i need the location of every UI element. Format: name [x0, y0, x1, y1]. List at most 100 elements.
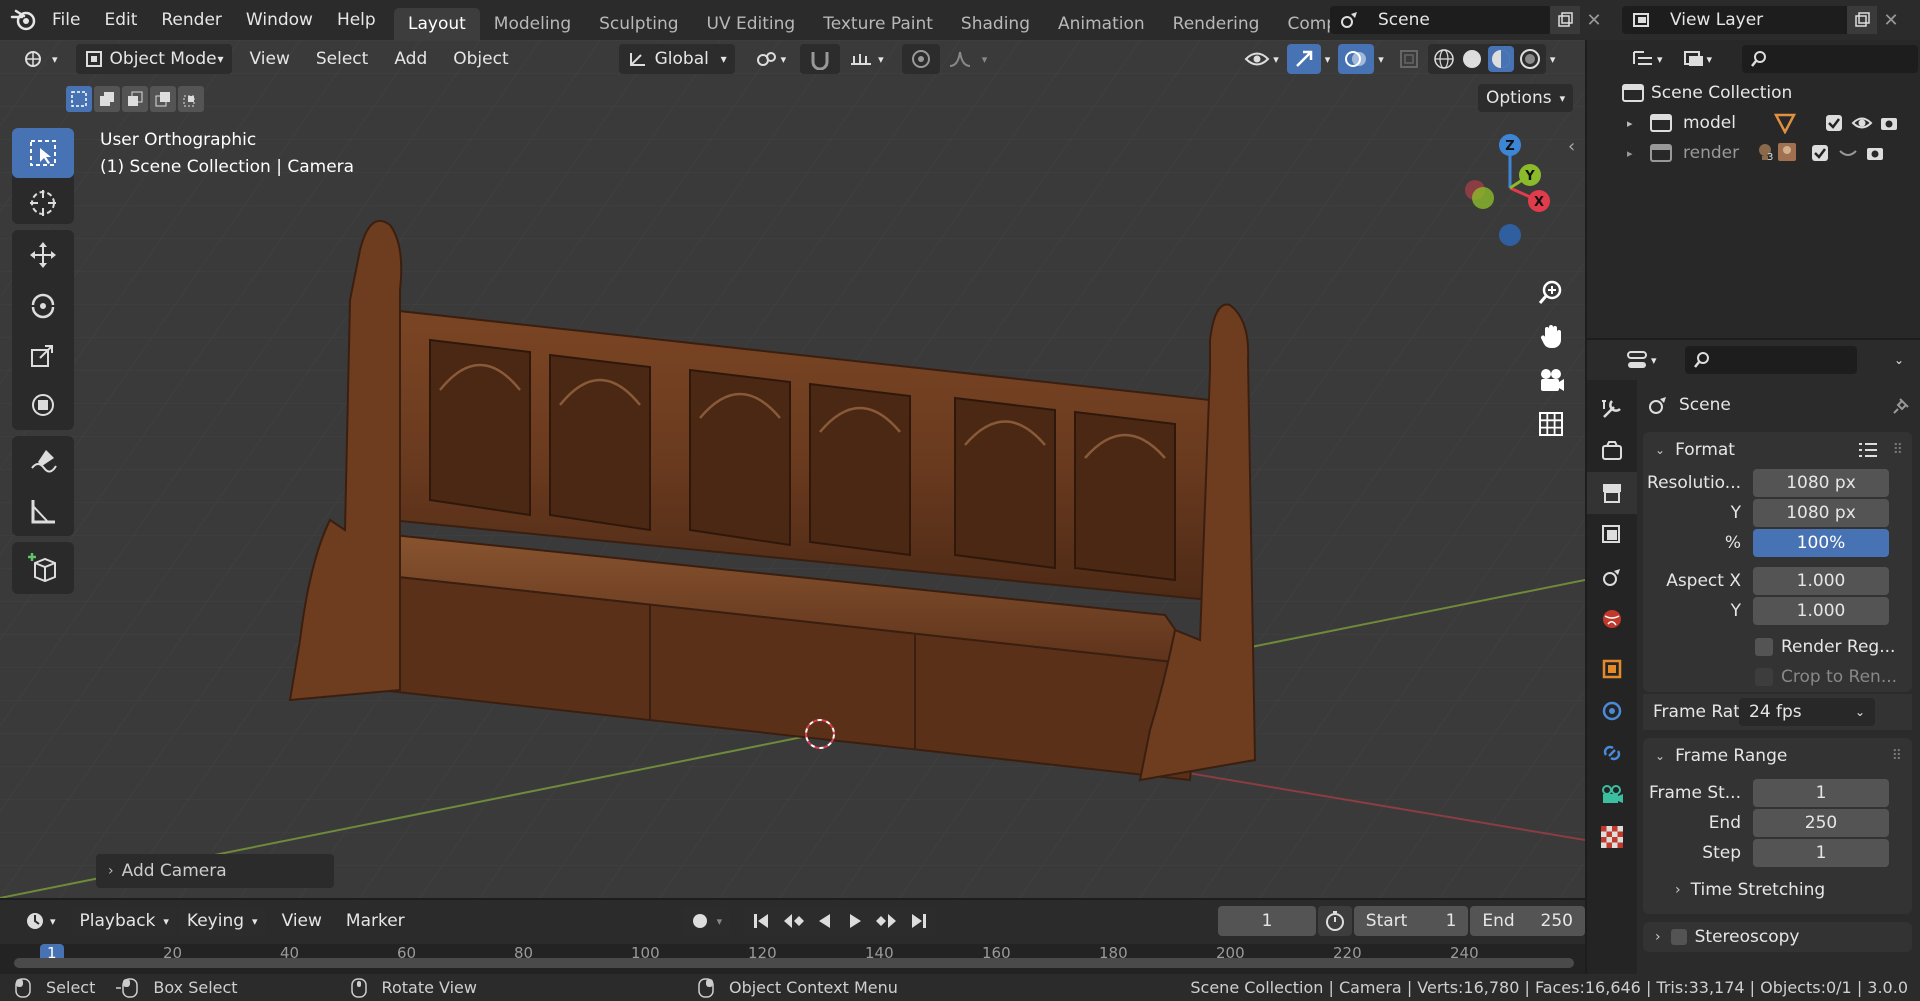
sidebar-toggle-chevron-left-icon[interactable]: ‹: [1568, 136, 1575, 157]
eye-icon[interactable]: [1851, 114, 1873, 132]
chevron-down-icon[interactable]: ▾: [1546, 44, 1560, 74]
close-view-layer-icon[interactable]: ✕: [1877, 6, 1905, 34]
add-cube-tool-icon[interactable]: [12, 542, 74, 592]
timeline-menu-view[interactable]: View: [274, 906, 330, 936]
end-frame-field[interactable]: End 250: [1470, 906, 1585, 936]
tab-rendering[interactable]: Rendering: [1159, 8, 1274, 40]
resolution-x-field[interactable]: 1080 px: [1753, 469, 1889, 497]
select-box-tool-icon[interactable]: [12, 128, 74, 178]
playback-dropdown[interactable]: Playback ▾: [71, 906, 177, 936]
menu-object[interactable]: Object: [445, 44, 516, 74]
editor-type-icon[interactable]: ▾: [14, 44, 66, 74]
crop-checkbox[interactable]: [1755, 668, 1773, 686]
menu-view[interactable]: View: [242, 44, 298, 74]
timeline-ruler[interactable]: 1 20 40 60 80 100 120 140 160 180 200 220 240: [0, 944, 1585, 974]
camera-view-icon[interactable]: [1531, 360, 1571, 400]
annotate-tool-icon[interactable]: [12, 436, 74, 486]
select-invert-icon[interactable]: [150, 86, 176, 112]
toggle-perspective-grid-icon[interactable]: [1531, 404, 1571, 444]
tab-uv-editing[interactable]: UV Editing: [693, 8, 810, 40]
tab-shading[interactable]: Shading: [947, 8, 1044, 40]
menu-edit[interactable]: Edit: [92, 0, 149, 40]
new-view-layer-icon[interactable]: [1847, 6, 1877, 34]
display-mode-icon[interactable]: ▾: [1675, 44, 1721, 74]
pin-icon[interactable]: [1892, 395, 1912, 415]
jump-end-icon[interactable]: [910, 912, 928, 930]
overlays-toggle-icon[interactable]: [1338, 44, 1375, 74]
outliner-item-render[interactable]: ▸ render 3: [1587, 138, 1920, 168]
jump-start-icon[interactable]: [752, 912, 770, 930]
timeline-scrollbar[interactable]: [14, 958, 1574, 968]
select-extend-icon[interactable]: [94, 86, 120, 112]
falloff-icon[interactable]: ▾: [940, 44, 996, 74]
chevron-down-icon[interactable]: ▾: [1321, 44, 1335, 74]
menu-window[interactable]: Window: [234, 0, 325, 40]
stereoscopy-checkbox[interactable]: [1670, 929, 1687, 945]
frame-start-field[interactable]: 1: [1753, 779, 1889, 807]
scene-collection-row[interactable]: Scene Collection: [1587, 78, 1920, 108]
pivot-point-icon[interactable]: ▾: [745, 44, 795, 74]
solid-shading-icon[interactable]: [1460, 47, 1484, 71]
wireframe-shading-icon[interactable]: [1432, 47, 1456, 71]
play-icon[interactable]: [846, 912, 864, 930]
tab-constraints-icon[interactable]: [1587, 732, 1637, 774]
frame-step-field[interactable]: 1: [1753, 839, 1889, 867]
tab-modeling[interactable]: Modeling: [480, 8, 585, 40]
tab-texture-icon[interactable]: [1587, 816, 1637, 858]
menu-add[interactable]: Add: [386, 44, 435, 74]
tab-texture-paint[interactable]: Texture Paint: [809, 8, 947, 40]
expand-arrow-icon[interactable]: ▸: [1627, 147, 1649, 160]
render-region-row[interactable]: Render Reg...: [1643, 632, 1912, 662]
checkbox-checked-icon[interactable]: [1825, 114, 1843, 132]
play-reverse-icon[interactable]: [816, 912, 834, 930]
select-intersect-icon[interactable]: [178, 86, 204, 112]
frame-range-panel-header[interactable]: ⌄ Frame Range ⠿: [1643, 738, 1912, 774]
chevron-down-icon[interactable]: ▾: [1374, 44, 1388, 74]
prev-keyframe-icon[interactable]: [782, 912, 805, 930]
frame-end-field[interactable]: 250: [1753, 809, 1889, 837]
properties-search-input[interactable]: [1684, 346, 1857, 374]
view-layer-name-field[interactable]: View Layer: [1662, 6, 1847, 34]
format-panel-header[interactable]: ⌄ Format ⠿: [1643, 432, 1912, 468]
cursor-tool-icon[interactable]: [12, 178, 74, 228]
visibility-toggle-icon[interactable]: ▾: [1235, 44, 1287, 74]
use-preview-range-stopwatch-icon[interactable]: [1317, 906, 1352, 936]
expand-arrow-icon[interactable]: ▸: [1627, 117, 1649, 130]
rendered-shading-icon[interactable]: [1518, 47, 1542, 71]
3d-viewport[interactable]: ▾ Object Mode ▾ View Select Add Object G…: [0, 40, 1585, 898]
scale-tool-icon[interactable]: [12, 330, 74, 380]
stereoscopy-panel[interactable]: › Stereoscopy: [1643, 922, 1912, 952]
scene-icon[interactable]: [1330, 6, 1370, 34]
snap-toggle-icon[interactable]: [800, 44, 841, 74]
timeline-editor-type-icon[interactable]: ▾: [16, 906, 64, 936]
tab-object-icon[interactable]: [1587, 648, 1637, 690]
new-scene-icon[interactable]: [1550, 6, 1580, 34]
blender-logo-icon[interactable]: [10, 7, 38, 33]
resolution-percent-slider[interactable]: 100%: [1753, 529, 1889, 557]
tab-output-icon[interactable]: [1587, 472, 1637, 514]
frame-rate-dropdown[interactable]: 24 fps ⌄: [1739, 698, 1875, 726]
xray-toggle-icon[interactable]: [1394, 44, 1424, 74]
menu-file[interactable]: File: [40, 0, 92, 40]
tab-tool-icon[interactable]: [1587, 388, 1637, 430]
close-scene-icon[interactable]: ✕: [1580, 6, 1608, 34]
crop-row[interactable]: Crop to Ren...: [1643, 662, 1912, 692]
properties-editor-type-icon[interactable]: ▾: [1617, 345, 1665, 375]
tab-object-data-camera-icon[interactable]: [1587, 774, 1637, 816]
timeline-menu-marker[interactable]: Marker: [338, 906, 413, 936]
measure-tool-icon[interactable]: [12, 486, 74, 536]
gizmo-toggle-icon[interactable]: [1286, 44, 1321, 74]
tab-physics-icon[interactable]: [1587, 690, 1637, 732]
material-preview-shading-icon[interactable]: [1487, 46, 1514, 72]
keying-dropdown[interactable]: Keying ▾: [178, 906, 266, 936]
mode-dropdown[interactable]: Object Mode ▾: [75, 44, 232, 74]
camera-render-icon[interactable]: [1879, 114, 1899, 132]
outliner-editor-type-icon[interactable]: ▾: [1623, 44, 1671, 74]
rotate-tool-icon[interactable]: [12, 280, 74, 330]
camera-render-icon[interactable]: [1865, 144, 1885, 162]
time-stretching-subpanel[interactable]: › Time Stretching: [1643, 872, 1912, 908]
move-tool-icon[interactable]: [12, 230, 74, 280]
last-operator-panel[interactable]: › Add Camera: [96, 854, 334, 888]
eye-closed-icon[interactable]: [1837, 144, 1859, 162]
drag-handle-icon[interactable]: ⠿: [1893, 442, 1903, 458]
